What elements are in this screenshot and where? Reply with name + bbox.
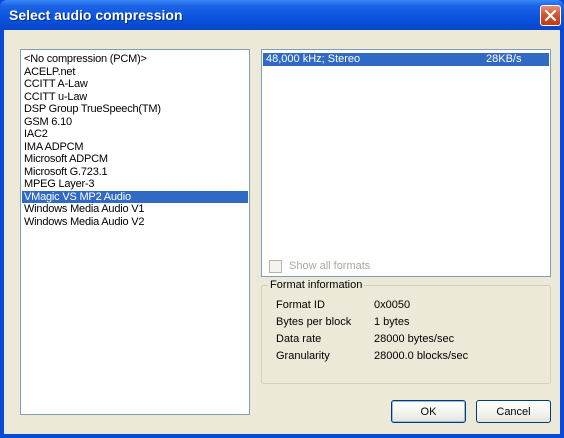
title-bar[interactable]: Select audio compression — [0, 0, 564, 30]
checkbox-box[interactable] — [269, 260, 282, 273]
show-all-formats-label: Show all formats — [289, 260, 371, 272]
codec-list-item[interactable]: Microsoft ADPCM — [22, 153, 248, 166]
format-name: 48,000 kHz; Stereo — [266, 53, 361, 65]
codec-list-item[interactable]: IMA ADPCM — [22, 141, 248, 154]
codec-list-item[interactable]: ACELP.net — [22, 66, 248, 79]
data-rate-label: Data rate — [276, 333, 322, 345]
codec-list-item-selected[interactable]: VMagic VS MP2 Audio — [22, 190, 248, 203]
codec-list-item[interactable]: CCITT A-Law — [22, 78, 248, 91]
bytes-per-block-value: 1 bytes — [374, 316, 410, 328]
format-rate: 28KB/s — [486, 53, 522, 65]
codec-list-item[interactable]: DSP Group TrueSpeech(TM) — [22, 103, 248, 116]
codec-list-item[interactable]: MPEG Layer-3 — [22, 178, 248, 191]
dialog-window: Select audio compression <No compression… — [0, 0, 564, 438]
codec-list-item[interactable]: IAC2 — [22, 128, 248, 141]
granularity-label: Granularity — [276, 350, 330, 362]
codec-list-item[interactable]: Microsoft G.723.1 — [22, 166, 248, 179]
data-rate-value: 28000 bytes/sec — [374, 333, 455, 345]
format-information-legend: Format information — [268, 278, 365, 292]
window-title: Select audio compression — [9, 7, 183, 23]
format-information-group: Format information Format ID 0x0050 Byte… — [261, 278, 551, 384]
codec-list[interactable]: <No compression (PCM)> ACELP.net CCITT A… — [20, 49, 250, 415]
granularity-value: 28000.0 blocks/sec — [374, 350, 469, 362]
codec-list-item[interactable]: <No compression (PCM)> — [22, 53, 248, 66]
bytes-per-block-label: Bytes per block — [276, 316, 352, 328]
format-id-label: Format ID — [276, 299, 325, 311]
format-list-item-selected[interactable]: 48,000 kHz; Stereo 28KB/s — [263, 53, 549, 66]
codec-list-item[interactable]: Windows Media Audio V1 — [22, 203, 248, 216]
cancel-button[interactable]: Cancel — [476, 400, 551, 423]
codec-list-item[interactable]: Windows Media Audio V2 — [22, 216, 248, 229]
format-id-value: 0x0050 — [374, 299, 411, 311]
close-button[interactable] — [540, 5, 561, 26]
dialog-client-area: <No compression (PCM)> ACELP.net CCITT A… — [4, 30, 560, 434]
codec-list-item[interactable]: CCITT u-Law — [22, 91, 248, 104]
close-icon — [544, 9, 557, 22]
ok-button[interactable]: OK — [391, 400, 466, 423]
codec-list-item[interactable]: GSM 6.10 — [22, 116, 248, 129]
format-list[interactable]: 48,000 kHz; Stereo 28KB/s — [261, 49, 551, 277]
